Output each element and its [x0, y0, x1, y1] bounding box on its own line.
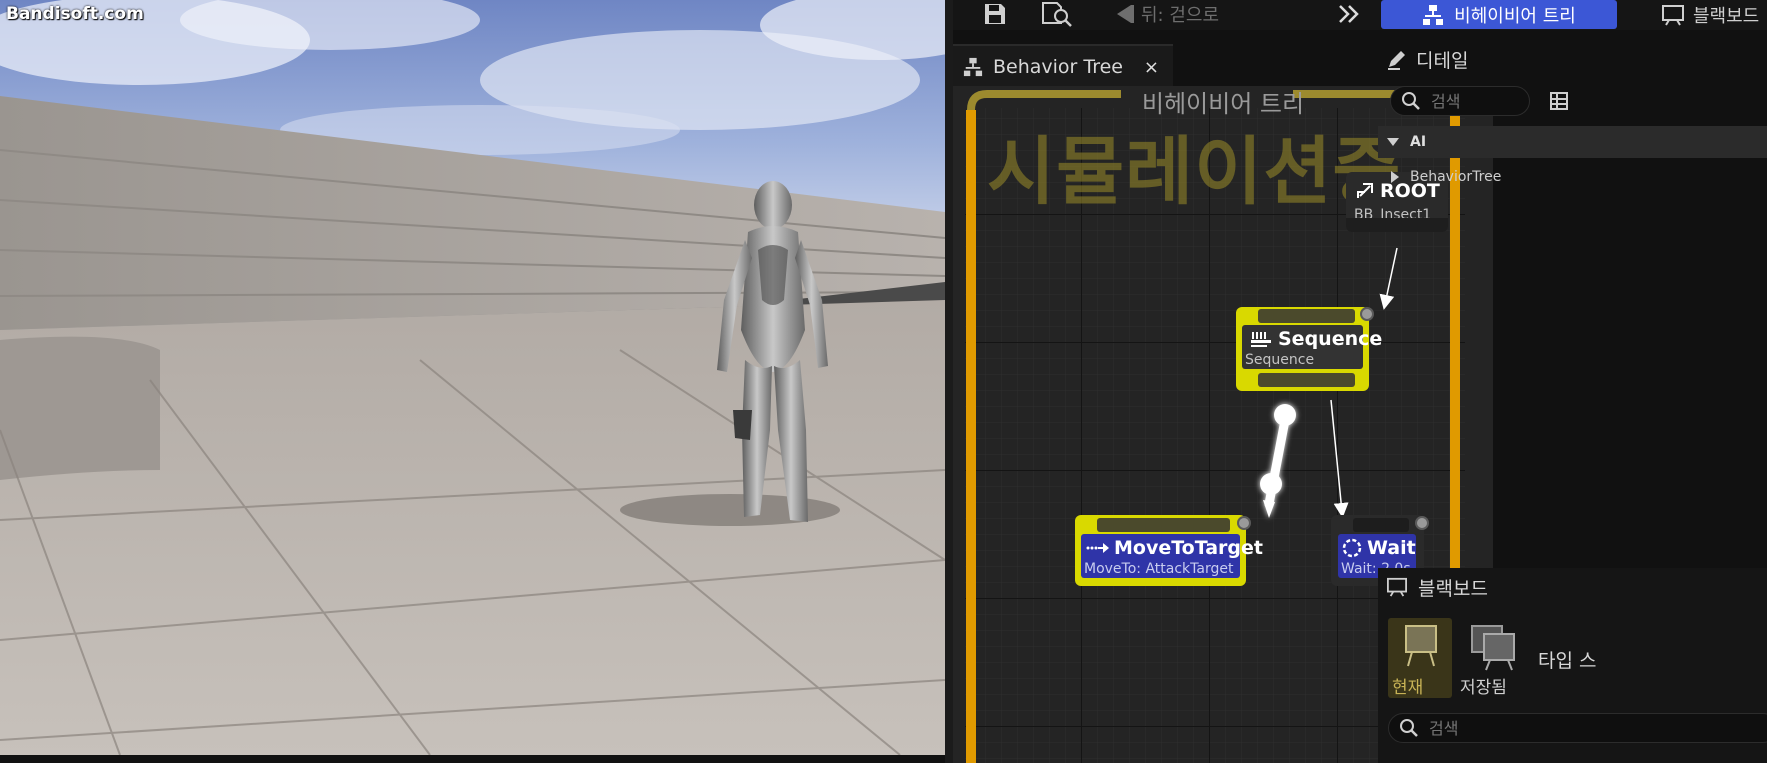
blackboard-header: 블랙보드	[1386, 572, 1488, 602]
blackboard-search-box[interactable]	[1388, 713, 1767, 743]
blackboard-panel: 블랙보드 현재 저장됨 타입 스	[1378, 568, 1767, 763]
mode-tab-blackboard-label: 블랙보드	[1693, 5, 1760, 27]
search-icon	[1402, 92, 1420, 110]
sequence-icon	[1251, 332, 1271, 347]
node-sequence[interactable]: Sequence Sequence	[1236, 307, 1382, 391]
move-to-icon	[1086, 543, 1109, 553]
node-sequence-subtitle: Sequence	[1245, 352, 1315, 368]
blackboard-current-label: 현재	[1392, 678, 1424, 698]
mode-tab-blackboard[interactable]: 블랙보드	[1661, 0, 1759, 29]
node-move-to-target-input-pin[interactable]	[1097, 518, 1230, 532]
expand-toolbar-button[interactable]	[1337, 0, 1361, 28]
node-sequence-title-row: Sequence	[1250, 328, 1382, 350]
node-sequence-input-pin[interactable]	[1258, 309, 1355, 323]
node-sequence-output-pin[interactable]	[1258, 373, 1355, 387]
node-sequence-breakpoint-icon[interactable]	[1360, 307, 1374, 321]
node-move-to-target-subtitle: MoveTo: AttackTarget	[1084, 561, 1234, 577]
pencil-icon	[1388, 51, 1405, 70]
save-button[interactable]	[983, 0, 1007, 28]
category-ai-label: AI	[1410, 134, 1427, 150]
details-search-input[interactable]	[1429, 90, 1523, 112]
editor-separator	[945, 0, 953, 763]
node-move-to-target[interactable]: MoveToTarget MoveTo: AttackTarget	[1075, 515, 1263, 586]
chevron-down-icon	[1387, 138, 1399, 146]
details-title: 디테일	[1416, 49, 1469, 72]
mode-tab-behavior-tree-label: 비헤이비어 트리	[1454, 5, 1576, 27]
node-move-to-target-breakpoint-icon[interactable]	[1237, 516, 1251, 530]
tree-icon	[963, 57, 983, 77]
table-view-icon[interactable]	[1550, 92, 1568, 110]
browse-icon	[1042, 2, 1072, 27]
blackboard-saved-label: 저장됨	[1460, 678, 1507, 698]
double-chevron-right-icon	[1339, 5, 1359, 23]
node-move-to-target-body: MoveToTarget MoveTo: AttackTarget	[1081, 534, 1263, 578]
node-sequence-title: Sequence	[1278, 328, 1383, 350]
viewport-bottom-bar	[0, 755, 945, 763]
current-blackboard-icon	[1405, 625, 1437, 667]
chevron-right-icon	[1391, 171, 1399, 183]
close-icon[interactable]: ×	[1144, 57, 1159, 78]
blackboard-icon	[1387, 577, 1407, 597]
editor-toolbar: 뒤: 걷으로 비헤이비어 트리 블랙보드	[953, 0, 1767, 30]
property-behavior-tree-label: BehaviorTree	[1410, 169, 1502, 185]
mode-tab-behavior-tree[interactable]: 비헤이비어 트리	[1381, 0, 1617, 29]
document-tab-behavior-tree[interactable]: Behavior Tree ×	[953, 44, 1173, 88]
tree-icon	[1423, 4, 1444, 25]
details-header: 디테일	[1378, 44, 1468, 74]
save-icon	[985, 4, 1005, 24]
watermark-text: Bandisoft.com	[6, 4, 144, 24]
details-search-box[interactable]	[1390, 86, 1530, 116]
search-icon	[1400, 719, 1418, 737]
node-move-to-target-title: MoveToTarget	[1114, 537, 1263, 559]
node-sequence-body: Sequence Sequence	[1242, 325, 1382, 369]
blackboard-title: 블랙보드	[1418, 577, 1488, 600]
game-viewport[interactable]: Bandisoft.com	[0, 0, 945, 755]
back-label: 뒤: 걷으로	[1141, 5, 1220, 26]
back-arrow-icon	[1117, 5, 1134, 23]
back-button[interactable]: 뒤: 걷으로	[1113, 0, 1219, 28]
simulating-watermark: 시뮬레이션중	[987, 129, 1402, 215]
behavior-tree-editor: 뒤: 걷으로 비헤이비어 트리 블랙보드 Behavior Tree × 비헤이…	[945, 0, 1767, 763]
document-tab-label: Behavior Tree	[993, 56, 1123, 78]
property-behavior-tree[interactable]: BehaviorTree	[1378, 162, 1501, 192]
blackboard-icon	[1662, 4, 1684, 26]
node-move-to-target-title-row: MoveToTarget	[1086, 537, 1263, 559]
category-ai[interactable]: AI	[1378, 126, 1767, 158]
browse-button[interactable]	[1041, 0, 1073, 28]
root-icon	[1357, 183, 1373, 198]
viewport-scene	[0, 0, 945, 755]
blackboard-search-input[interactable]	[1427, 717, 1551, 739]
wait-icon	[1342, 538, 1362, 558]
blackboard-type-label: 타입 스	[1538, 650, 1597, 672]
saved-blackboard-icon[interactable]	[1462, 620, 1522, 672]
